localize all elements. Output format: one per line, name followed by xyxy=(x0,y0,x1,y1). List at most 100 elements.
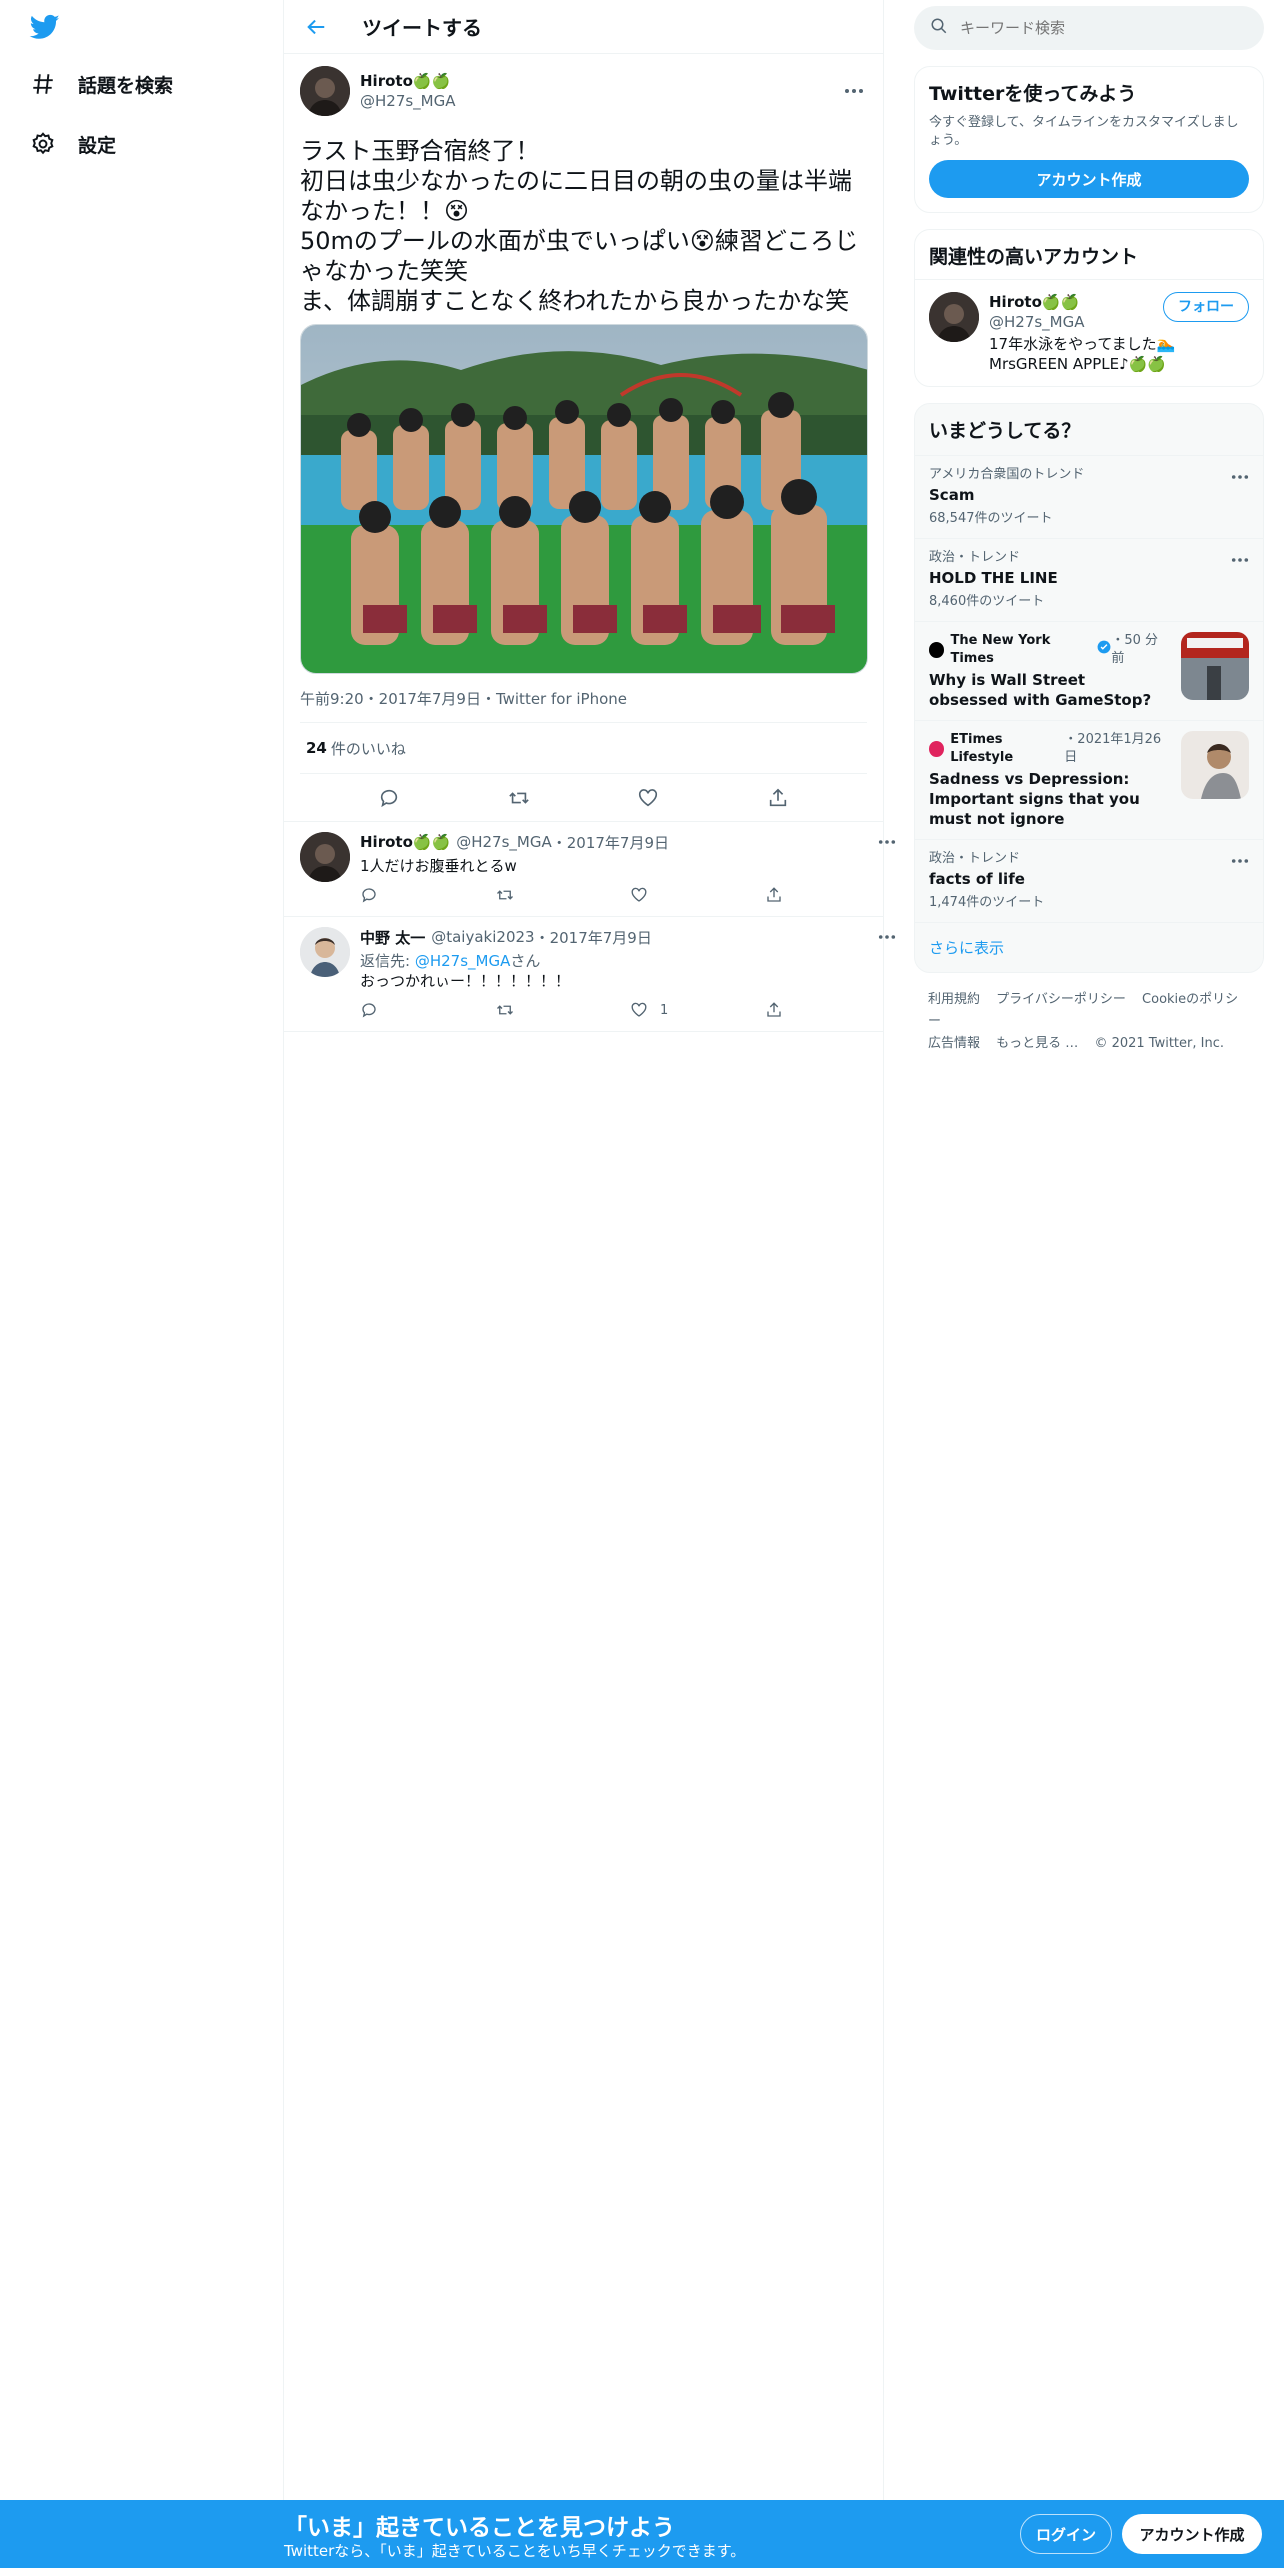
gear-icon xyxy=(28,129,58,159)
left-nav: 話題を検索 設定 xyxy=(0,0,284,2500)
related-bio: 17年水泳をやってました🏊 MrsGREEN APPLE♪🍏🍏 xyxy=(989,335,1176,373)
like-icon[interactable]: 1 xyxy=(630,1001,765,1019)
related-handle[interactable]: @H27s_MGA xyxy=(989,312,1163,332)
bottom-signup-bar: 「いま」起きていることを見つけよう Twitterなら、「いま」起きていることを… xyxy=(0,2500,1284,2568)
reply-item[interactable]: Hiroto🍏🍏 @H27s_MGA ・2017年7月9日 1人だけお腹垂れとる… xyxy=(284,822,896,917)
nav-explore[interactable]: 話題を検索 xyxy=(28,62,173,106)
news-thumbnail xyxy=(1181,731,1249,799)
reply-author-handle[interactable]: @H27s_MGA xyxy=(456,833,552,851)
author-name[interactable]: Hiroto🍏🍏 xyxy=(360,71,841,91)
reply-text: おっつかれぃー！！！！！！！ xyxy=(360,972,571,990)
twitter-logo-icon[interactable] xyxy=(28,12,62,42)
footer-link[interactable]: 広告情報 xyxy=(928,1036,980,1051)
create-account-button[interactable]: アカウント作成 xyxy=(929,160,1249,198)
reply-item[interactable]: 中野 太一 @taiyaki2023 ・2017年7月9日 返信先: @H27s… xyxy=(284,917,896,1032)
like-count: 1 xyxy=(660,1002,669,1018)
bottom-bar-title: 「いま」起きていることを見つけよう xyxy=(284,2515,675,2541)
reply-author-handle[interactable]: @taiyaki2023 xyxy=(431,928,534,946)
reply-icon[interactable] xyxy=(360,886,495,904)
reply-author-name[interactable]: 中野 太一 xyxy=(360,927,425,948)
trend-item[interactable]: 政治・トレンド facts of life 1,474件のツイート xyxy=(915,839,1263,922)
signup-card-desc: 今すぐ登録して、タイムラインをカスタマイズしましょう。 xyxy=(929,115,1239,148)
news-title: Sadness vs Depression: Important signs t… xyxy=(929,770,1140,828)
avatar[interactable] xyxy=(929,292,979,342)
trend-category: アメリカ合衆国のトレンド xyxy=(929,467,1085,482)
more-icon[interactable] xyxy=(1227,464,1253,490)
trend-item[interactable]: アメリカ合衆国のトレンド Scam 68,547件のツイート xyxy=(915,455,1263,538)
tweet-actions xyxy=(284,774,883,822)
signup-card-title: Twitterを使ってみよう xyxy=(929,83,1137,105)
news-item[interactable]: ETimes Lifestyle ・2021年1月26日 Sadness vs … xyxy=(915,720,1263,839)
author-handle[interactable]: @H27s_MGA xyxy=(360,91,841,111)
trend-category: 政治・トレンド xyxy=(929,851,1021,866)
page-title: ツイートする xyxy=(362,16,482,40)
like-icon[interactable] xyxy=(630,886,765,904)
main-tweet: Hiroto🍏🍏 @H27s_MGA ラスト玉野合宿終了！ 初日は虫少なかったの… xyxy=(284,54,883,822)
search-input[interactable] xyxy=(960,19,1240,37)
share-icon[interactable] xyxy=(765,886,900,904)
avatar[interactable] xyxy=(300,832,350,882)
avatar[interactable] xyxy=(300,66,350,116)
footer-link[interactable]: 利用規約 xyxy=(928,992,980,1007)
like-icon[interactable] xyxy=(631,781,665,815)
related-accounts-card: 関連性の高いアカウント Hiroto🍏🍏 @H27s_MGA フォロー 17年水… xyxy=(914,229,1264,387)
share-icon[interactable] xyxy=(761,781,795,815)
share-icon[interactable] xyxy=(765,1001,900,1019)
likes-count: 24 xyxy=(306,739,327,757)
trends-title: いまどうしてる？ xyxy=(929,420,1081,442)
footer-links: 利用規約 プライバシーポリシー Cookieのポリシー 広告情報 もっと見る …… xyxy=(914,973,1264,1071)
tweet-timestamp[interactable]: 午前9:20・2017年7月9日・Twitter for iPhone xyxy=(300,688,867,710)
reply-author-name[interactable]: Hiroto🍏🍏 xyxy=(360,833,450,851)
more-icon[interactable] xyxy=(874,924,900,950)
search-box[interactable] xyxy=(914,6,1264,50)
trend-item[interactable]: 政治・トレンド HOLD THE LINE 8,460件のツイート xyxy=(915,538,1263,621)
trend-name: facts of life xyxy=(929,870,1025,888)
reply-icon[interactable] xyxy=(372,781,406,815)
tweet-text: ラスト玉野合宿終了！ 初日は虫少なかったのに二日目の朝の虫の量は半端なかった！！… xyxy=(300,137,859,315)
related-name[interactable]: Hiroto🍏🍏 xyxy=(989,292,1163,312)
news-item[interactable]: The New York Times ・50 分前 Why is Wall St… xyxy=(915,621,1263,720)
retweet-icon[interactable] xyxy=(495,886,630,904)
footer-link[interactable]: プライバシーポリシー xyxy=(996,992,1126,1007)
back-button[interactable] xyxy=(298,9,334,45)
news-title: Why is Wall Street obsessed with GameSto… xyxy=(929,671,1152,709)
likes-row[interactable]: 24 件のいいね xyxy=(300,722,867,774)
trend-category: 政治・トレンド xyxy=(929,550,1021,565)
reply-date[interactable]: ・2017年7月9日 xyxy=(535,927,652,948)
nav-settings[interactable]: 設定 xyxy=(28,122,116,166)
retweet-icon[interactable] xyxy=(495,1001,630,1019)
main-header: ツイートする xyxy=(284,0,883,54)
avatar[interactable] xyxy=(300,927,350,977)
etimes-logo-icon xyxy=(929,741,945,757)
trend-count: 8,460件のツイート xyxy=(929,594,1045,609)
trends-card: いまどうしてる？ アメリカ合衆国のトレンド Scam 68,547件のツイート … xyxy=(914,403,1264,973)
more-icon[interactable] xyxy=(1227,547,1253,573)
bottom-bar-subtitle: Twitterなら、「いま」起きていることをいち早くチェックできます。 xyxy=(284,2542,746,2560)
related-user[interactable]: Hiroto🍏🍏 @H27s_MGA フォロー 17年水泳をやってました🏊 Mr… xyxy=(915,280,1263,386)
signup-button[interactable]: アカウント作成 xyxy=(1122,2514,1262,2554)
reply-text: 1人だけお腹垂れとるw xyxy=(360,857,517,875)
more-icon[interactable] xyxy=(874,829,900,855)
reply-date[interactable]: ・2017年7月9日 xyxy=(552,832,669,853)
more-icon[interactable] xyxy=(841,78,867,104)
news-source: ETimes Lifestyle xyxy=(950,732,1014,765)
trend-name: Scam xyxy=(929,486,975,504)
show-more-link[interactable]: さらに表示 xyxy=(915,922,1263,972)
nav-settings-label: 設定 xyxy=(78,134,117,157)
tweet-photo[interactable] xyxy=(300,324,868,674)
main-column: ツイートする Hiroto🍏🍏 @H27s_MGA ラスト玉野合宿終了！ 初日は… xyxy=(284,0,896,2500)
retweet-icon[interactable] xyxy=(502,781,536,815)
news-time: ・50 分前 xyxy=(1111,633,1159,666)
news-time: ・2021年1月26日 xyxy=(1064,732,1162,765)
nav-explore-label: 話題を検索 xyxy=(78,74,174,97)
reply-to-handle[interactable]: @H27s_MGA xyxy=(415,952,511,970)
login-button[interactable]: ログイン xyxy=(1020,2514,1112,2554)
news-thumbnail xyxy=(1181,632,1249,700)
more-icon[interactable] xyxy=(1227,848,1253,874)
follow-button[interactable]: フォロー xyxy=(1163,292,1249,322)
search-icon xyxy=(930,17,948,39)
reply-icon[interactable] xyxy=(360,1001,495,1019)
reply-to-suffix: さん xyxy=(510,952,541,970)
news-source: The New York Times xyxy=(950,633,1051,666)
footer-link[interactable]: もっと見る … xyxy=(996,1036,1078,1051)
